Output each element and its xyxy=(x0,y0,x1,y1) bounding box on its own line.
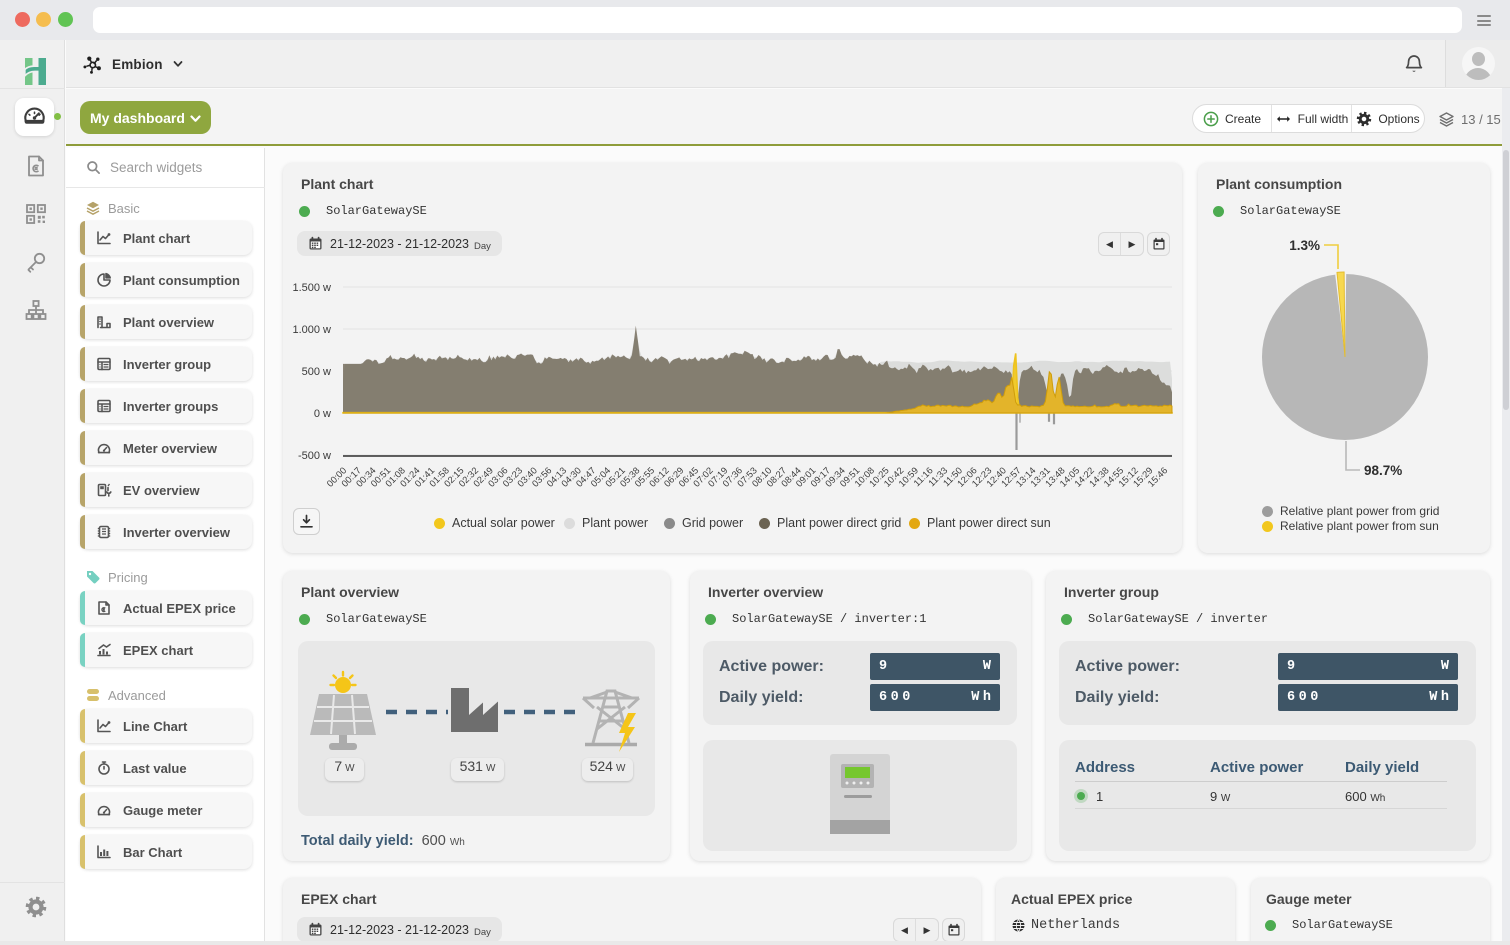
svg-text:1.500 w: 1.500 w xyxy=(292,282,331,294)
svg-text:-500 w: -500 w xyxy=(298,450,331,462)
svg-text:1.000 w: 1.000 w xyxy=(292,324,331,336)
svg-text:0 w: 0 w xyxy=(314,408,331,420)
svg-text:500 w: 500 w xyxy=(302,366,331,378)
svg-text:98.7%: 98.7% xyxy=(1364,463,1402,478)
svg-text:1.3%: 1.3% xyxy=(1289,238,1320,253)
